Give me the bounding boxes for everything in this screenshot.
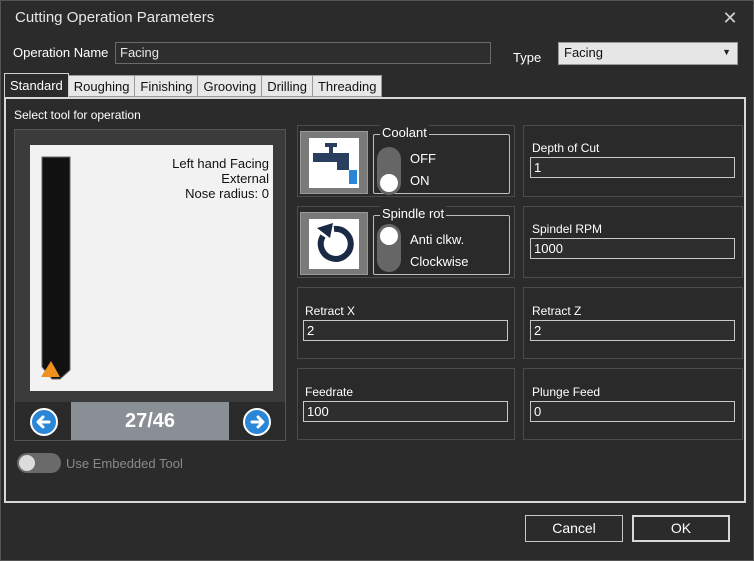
faucet-icon (313, 143, 357, 184)
type-select[interactable]: Facing ▼ (558, 42, 738, 65)
tab-standard[interactable]: Standard (4, 73, 69, 97)
coolant-option-on[interactable]: ON (410, 173, 430, 188)
spindle-option-anticlockwise[interactable]: Anti clkw. (410, 232, 464, 247)
retract-z-label: Retract Z (532, 304, 582, 318)
retract-z-input[interactable]: 2 (530, 320, 735, 341)
coolant-switch[interactable] (377, 147, 401, 195)
coolant-icon-frame (309, 138, 359, 188)
close-icon[interactable]: ✕ (719, 7, 741, 29)
plunge-feed-input[interactable]: 0 (530, 401, 735, 422)
operation-name-input[interactable]: Facing (115, 42, 491, 64)
tab-threading[interactable]: Threading (312, 75, 383, 97)
tool-navigation: 27/46 (15, 402, 285, 440)
tool-preview: Left hand Facing External Nose radius: 0 (30, 145, 273, 391)
tab-grooving[interactable]: Grooving (198, 75, 263, 97)
coolant-button[interactable] (300, 131, 368, 194)
tool-preview-line: Left hand Facing (172, 156, 269, 171)
chevron-down-icon: ▼ (722, 47, 731, 57)
window-title: Cutting Operation Parameters (15, 9, 215, 26)
tab-drilling[interactable]: Drilling (262, 75, 313, 97)
toggle-knob (19, 455, 35, 471)
tool-counter: 27/46 (71, 402, 229, 440)
dialog-window: Cutting Operation Parameters ✕ Operation… (0, 0, 754, 561)
tab-finishing[interactable]: Finishing (135, 75, 199, 97)
type-label: Type (513, 50, 542, 65)
spindle-title: Spindle rot (380, 206, 447, 221)
arrow-left-icon (36, 415, 51, 429)
rotate-ccw-icon (317, 223, 354, 262)
depth-of-cut-input[interactable]: 1 (530, 157, 735, 178)
spindle-option-clockwise[interactable]: Clockwise (410, 254, 469, 269)
tab-bar: Standard Roughing Finishing Grooving Dri… (4, 73, 383, 97)
embedded-tool-toggle[interactable] (17, 453, 61, 473)
arrow-right-icon (250, 415, 265, 429)
type-select-value: Facing (564, 45, 604, 60)
operation-name-label: Operation Name (13, 45, 109, 60)
tool-preview-line: External (221, 171, 269, 186)
title-bar: Cutting Operation Parameters ✕ (1, 1, 753, 35)
tool-holder-shape (41, 156, 71, 380)
spindle-icon-frame (309, 219, 359, 269)
embedded-tool-label: Use Embedded Tool (66, 456, 183, 471)
coolant-title: Coolant (380, 125, 429, 140)
tool-selector: Left hand Facing External Nose radius: 0… (14, 129, 286, 441)
spindle-switch-knob (380, 227, 398, 245)
previous-tool-button[interactable] (30, 408, 58, 436)
retract-x-input[interactable]: 2 (303, 320, 508, 341)
cancel-button[interactable]: Cancel (525, 515, 623, 542)
spindle-rpm-input[interactable]: 1000 (530, 238, 735, 259)
ok-button[interactable]: OK (632, 515, 730, 542)
next-tool-button[interactable] (243, 408, 271, 436)
retract-x-label: Retract X (305, 304, 356, 318)
coolant-switch-knob (380, 174, 398, 192)
tool-preview-line: Nose radius: 0 (185, 186, 269, 201)
depth-of-cut-label: Depth of Cut (532, 141, 600, 155)
feedrate-label: Feedrate (305, 385, 354, 399)
tool-section-label: Select tool for operation (14, 108, 141, 122)
spindle-switch[interactable] (377, 224, 401, 272)
plunge-feed-label: Plunge Feed (532, 385, 601, 399)
feedrate-input[interactable]: 100 (303, 401, 508, 422)
spindle-button[interactable] (300, 212, 368, 275)
spindle-rpm-label: Spindel RPM (532, 222, 603, 236)
coolant-option-off[interactable]: OFF (410, 151, 436, 166)
tab-roughing[interactable]: Roughing (68, 75, 136, 97)
